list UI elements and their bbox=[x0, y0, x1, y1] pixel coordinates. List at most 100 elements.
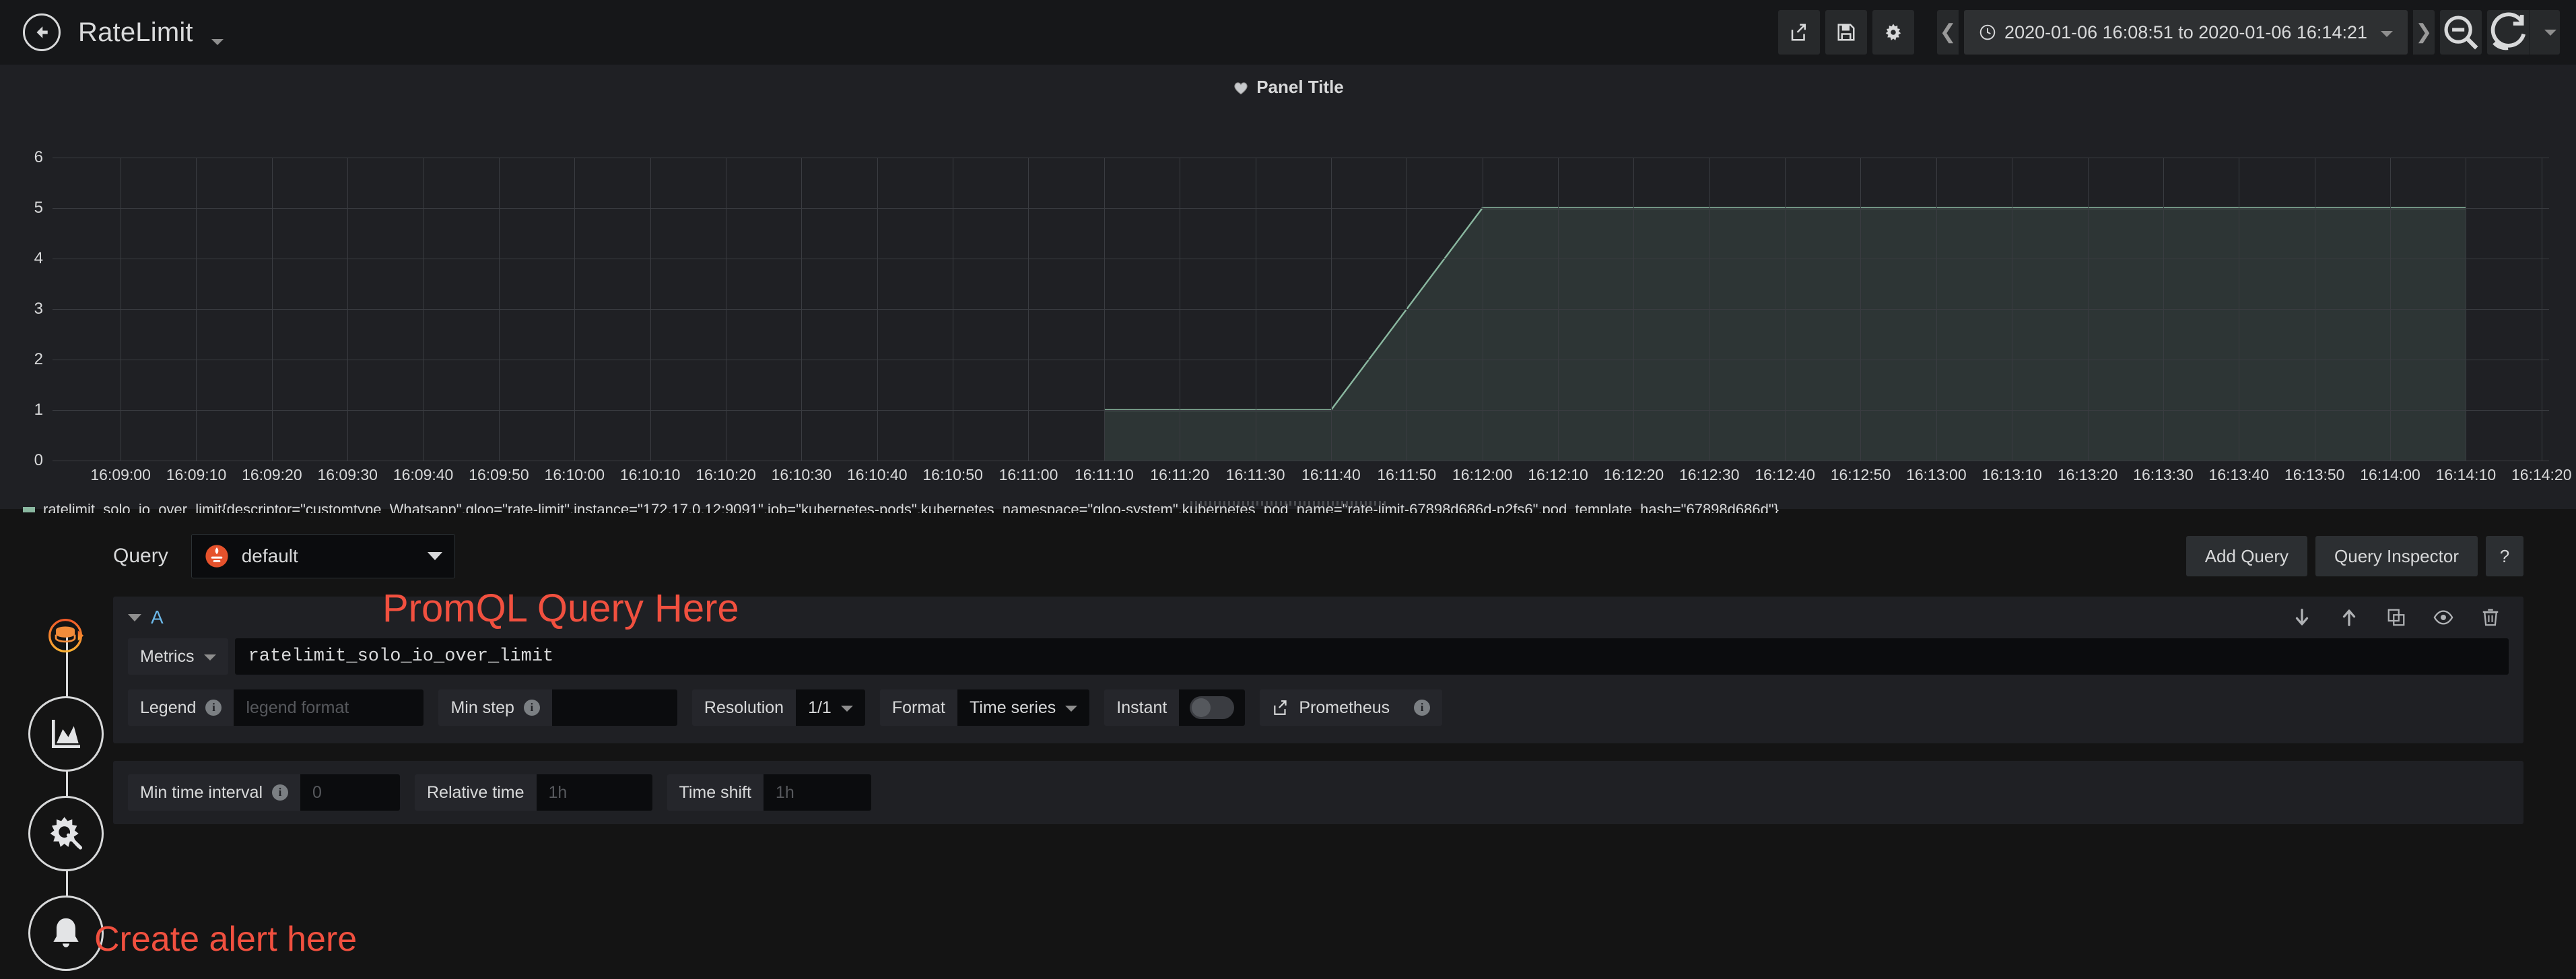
min-step-label: Min step i bbox=[438, 689, 552, 726]
legend-format-input[interactable] bbox=[234, 689, 424, 726]
resolution-label-text: Resolution bbox=[704, 698, 784, 717]
gridline-vertical bbox=[574, 158, 576, 461]
x-axis-tick: 16:10:50 bbox=[922, 466, 983, 483]
external-link-icon bbox=[1274, 700, 1287, 715]
promql-annotation: PromQL Query Here bbox=[382, 586, 739, 630]
prometheus-icon bbox=[205, 545, 228, 568]
time-shift-input[interactable] bbox=[763, 774, 871, 811]
time-range-next-button[interactable]: ❯ bbox=[2413, 10, 2435, 55]
query-header: Query default Add Query Query Inspector … bbox=[113, 513, 2523, 580]
info-icon[interactable]: i bbox=[272, 784, 288, 801]
resolution-select[interactable]: 1/1 bbox=[796, 689, 865, 726]
time-range-picker[interactable]: 2020-01-06 16:08:51 to 2020-01-06 16:14:… bbox=[1964, 10, 2408, 55]
gridline-horizontal bbox=[53, 309, 2549, 310]
x-axis-tick: 16:10:00 bbox=[544, 466, 605, 483]
info-icon[interactable]: i bbox=[1414, 700, 1431, 716]
dashboard-settings-button[interactable] bbox=[1872, 10, 1915, 55]
time-range-prev-button[interactable]: ❮ bbox=[1937, 10, 1959, 55]
format-select[interactable]: Time series bbox=[957, 689, 1090, 726]
metrics-label: Metrics bbox=[140, 646, 195, 666]
gridline-vertical bbox=[801, 158, 803, 461]
query-options-line: Legend i Min step i Resolution bbox=[113, 675, 2523, 742]
prometheus-link-label: Prometheus bbox=[1299, 698, 1390, 717]
min-step-option-group: Min step i bbox=[438, 689, 677, 726]
zoom-out-button[interactable] bbox=[2440, 10, 2482, 55]
instant-toggle-wrap bbox=[1179, 689, 1246, 726]
page-title[interactable]: RateLimit bbox=[78, 18, 224, 48]
sidebar-item-queries[interactable] bbox=[28, 598, 104, 673]
y-axis: 0 1 2 3 4 5 6 bbox=[0, 148, 53, 469]
time-range-text: 2020-01-06 16:08:51 to 2020-01-06 16:14:… bbox=[2004, 22, 2367, 42]
save-button[interactable] bbox=[1825, 10, 1868, 55]
datasource-picker[interactable]: default bbox=[191, 534, 455, 578]
info-icon[interactable]: i bbox=[523, 700, 540, 716]
save-icon bbox=[1837, 24, 1855, 41]
gridline-vertical bbox=[2087, 158, 2089, 461]
x-axis-tick: 16:09:10 bbox=[166, 466, 227, 483]
x-axis-tick: 16:14:00 bbox=[2360, 466, 2420, 483]
plot-area: 0 1 2 3 4 5 6 16:09:00 16:09:10 16:09:20 16:09:30… bbox=[0, 102, 2576, 518]
help-button[interactable]: ? bbox=[2486, 536, 2523, 576]
arrow-up-icon[interactable] bbox=[2339, 607, 2359, 628]
sidebar-item-visualization[interactable] bbox=[28, 696, 104, 772]
gridline-vertical bbox=[498, 158, 500, 461]
x-axis-tick: 16:11:30 bbox=[1225, 466, 1285, 483]
chevron-down-icon bbox=[203, 654, 216, 661]
min-step-input[interactable] bbox=[551, 689, 677, 726]
y-axis-tick: 4 bbox=[34, 249, 43, 267]
back-button[interactable] bbox=[23, 13, 61, 51]
panel-title[interactable]: Panel Title bbox=[0, 65, 2576, 98]
sidebar-item-general[interactable] bbox=[28, 796, 104, 871]
x-axis-tick: 16:09:30 bbox=[317, 466, 378, 483]
gridline-vertical bbox=[2163, 158, 2164, 461]
y-axis-tick: 2 bbox=[34, 350, 43, 368]
gridline-vertical bbox=[1558, 158, 1559, 461]
chevron-down-icon[interactable] bbox=[211, 38, 224, 45]
add-query-button[interactable]: Add Query bbox=[2185, 536, 2308, 576]
metrics-browser-button[interactable]: Metrics bbox=[128, 638, 228, 675]
gridline-vertical bbox=[650, 158, 651, 461]
promql-query-input[interactable]: ratelimit_solo_io_over_limit bbox=[234, 638, 2509, 675]
x-axis-tick: 16:09:20 bbox=[242, 466, 302, 483]
y-axis-tick: 5 bbox=[34, 199, 43, 217]
min-time-interval-label: Min time interval i bbox=[128, 774, 300, 811]
legend-label-text: Legend bbox=[140, 698, 197, 717]
prometheus-external-link[interactable]: Prometheus i bbox=[1260, 689, 1443, 726]
instant-label-text: Instant bbox=[1116, 698, 1167, 717]
query-inspector-button[interactable]: Query Inspector bbox=[2315, 536, 2478, 576]
query-row-actions bbox=[2292, 607, 2523, 628]
x-axis-tick: 16:10:10 bbox=[619, 466, 681, 483]
sidebar-item-alert[interactable] bbox=[28, 896, 104, 971]
resolution-label: Resolution bbox=[691, 689, 796, 726]
info-icon[interactable]: i bbox=[205, 700, 222, 716]
trash-icon[interactable] bbox=[2480, 607, 2501, 628]
gridline-vertical bbox=[2390, 158, 2392, 461]
duplicate-icon[interactable] bbox=[2386, 607, 2406, 628]
format-label: Format bbox=[879, 689, 958, 726]
legend-option-group: Legend i bbox=[128, 689, 424, 726]
query-row-header: A PromQL Query Here bbox=[113, 586, 2523, 638]
chevron-down-icon[interactable] bbox=[128, 613, 141, 621]
refresh-interval-dropdown[interactable] bbox=[2529, 10, 2560, 55]
x-axis-tick: 16:12:20 bbox=[1603, 466, 1664, 483]
refresh-icon bbox=[2490, 12, 2526, 50]
arrow-down-icon[interactable] bbox=[2292, 607, 2312, 628]
y-axis-tick: 3 bbox=[34, 300, 43, 318]
time-shift-label-text: Time shift bbox=[679, 782, 751, 802]
eye-icon[interactable] bbox=[2433, 607, 2453, 628]
query-bottom-options: Min time interval i Relative time Time s… bbox=[113, 761, 2523, 824]
instant-toggle[interactable] bbox=[1190, 696, 1235, 719]
chevron-down-icon bbox=[2381, 30, 2393, 37]
min-time-interval-group: Min time interval i bbox=[128, 774, 400, 811]
sidebar-connector-line bbox=[66, 633, 68, 929]
query-ref-id[interactable]: A bbox=[151, 607, 164, 628]
min-time-interval-input[interactable] bbox=[300, 774, 400, 811]
relative-time-input[interactable] bbox=[536, 774, 652, 811]
min-time-interval-label-text: Min time interval bbox=[140, 782, 263, 802]
gridline-vertical bbox=[196, 158, 197, 461]
refresh-button[interactable] bbox=[2487, 10, 2529, 55]
gridline-vertical bbox=[1028, 158, 1029, 461]
panel-resize-handle[interactable] bbox=[1190, 501, 1386, 506]
time-shift-group: Time shift bbox=[667, 774, 871, 811]
share-button[interactable] bbox=[1778, 10, 1821, 55]
